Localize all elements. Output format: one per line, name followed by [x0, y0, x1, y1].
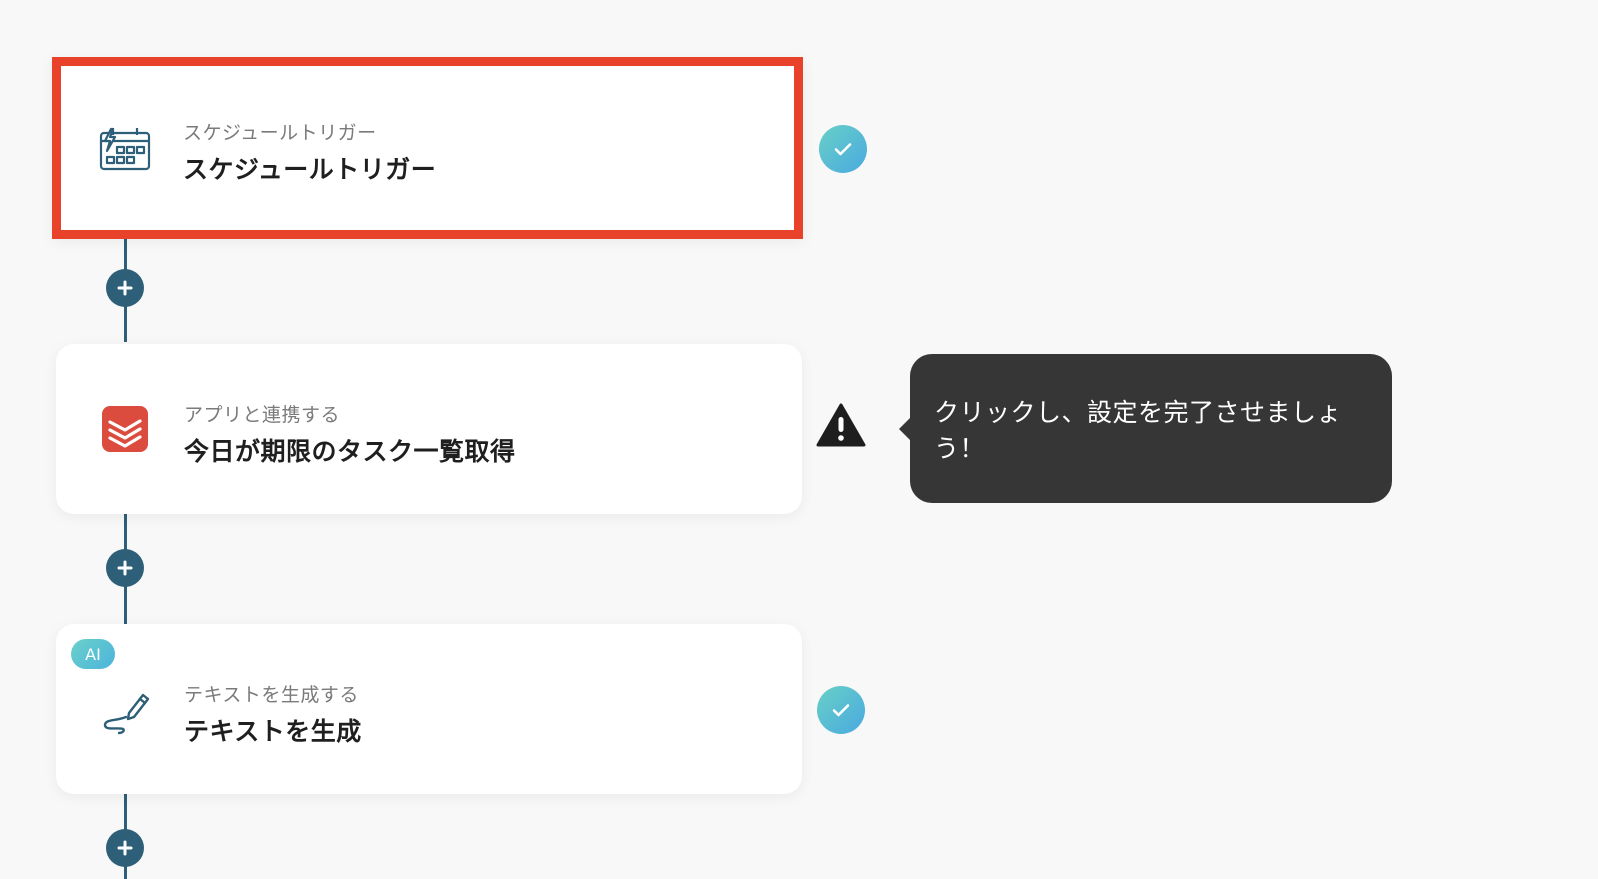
plus-icon — [117, 280, 133, 296]
step-card-generate-text[interactable]: AI テキストを生成する テキストを生成 — [56, 624, 802, 794]
flow-canvas: スケジュールトリガー スケジュールトリガー アプリと連携する 今日が期限のタスク… — [0, 0, 1598, 879]
ai-badge: AI — [71, 639, 115, 669]
tooltip-text: クリックし、設定を完了させましょう！ — [934, 397, 1343, 463]
pen-icon — [98, 682, 152, 736]
step-card-schedule-trigger[interactable]: スケジュールトリガー スケジュールトリガー — [52, 57, 803, 239]
todoist-icon — [98, 402, 152, 456]
complete-status-icon — [817, 686, 865, 734]
step-card-app-integration[interactable]: アプリと連携する 今日が期限のタスク一覧取得 — [56, 344, 802, 514]
calendar-trigger-icon — [98, 121, 152, 175]
warning-icon — [816, 403, 866, 447]
add-step-button[interactable] — [106, 829, 144, 867]
add-step-button[interactable] — [106, 269, 144, 307]
complete-status-icon — [819, 125, 867, 173]
add-step-button[interactable] — [106, 549, 144, 587]
step-title: スケジュールトリガー — [183, 155, 437, 184]
step-subtitle: テキストを生成する — [184, 684, 359, 706]
step-title: 今日が期限のタスク一覧取得 — [184, 437, 516, 466]
plus-icon — [117, 840, 133, 856]
step-title: テキストを生成 — [184, 717, 362, 746]
step-subtitle: スケジュールトリガー — [183, 122, 377, 144]
step-subtitle: アプリと連携する — [184, 404, 341, 426]
plus-icon — [117, 560, 133, 576]
setup-tooltip: クリックし、設定を完了させましょう！ — [910, 354, 1392, 503]
